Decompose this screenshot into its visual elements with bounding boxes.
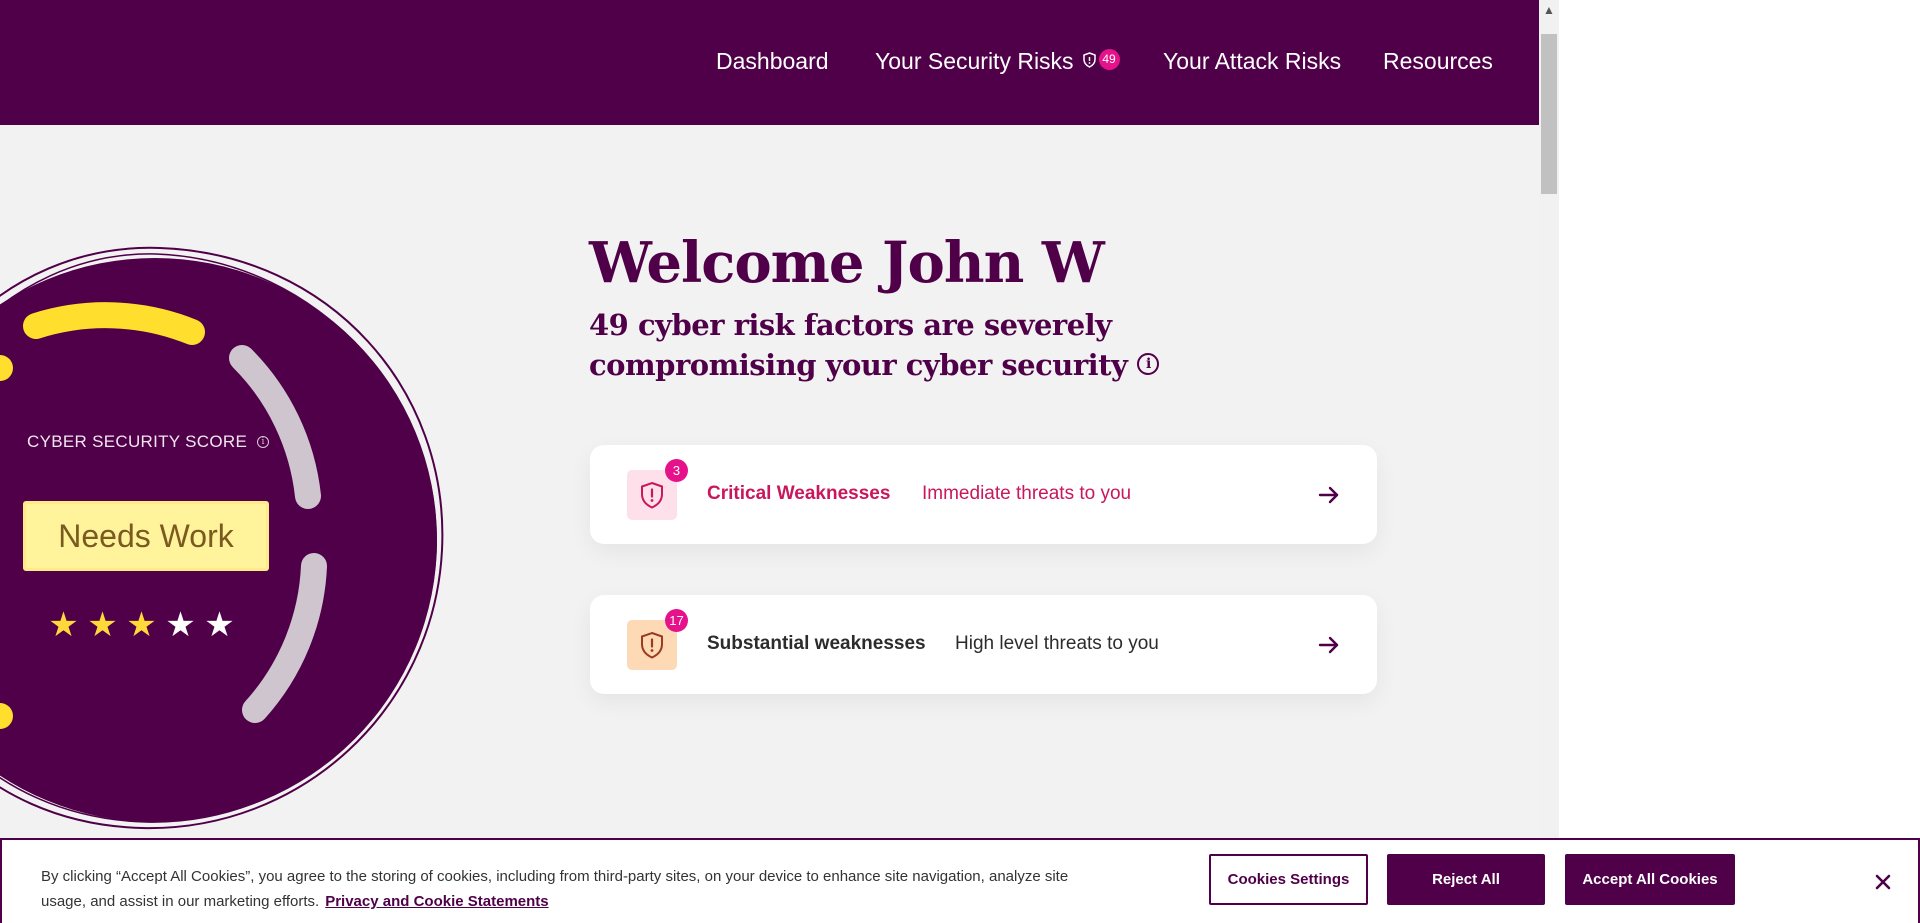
arrow-right-icon[interactable] bbox=[1317, 483, 1341, 512]
page-title: Welcome John W bbox=[589, 230, 1105, 296]
nav-attack-risks-label: Your Attack Risks bbox=[1163, 48, 1342, 74]
page-viewport: Dashboard Your Security Risks 49 Your Att… bbox=[0, 0, 1539, 923]
card-description: Immediate threats to you bbox=[922, 483, 1132, 504]
nav-dashboard-label: Dashboard bbox=[716, 48, 829, 74]
substantial-weaknesses-card[interactable]: 17 Substantial weaknesses High level thr… bbox=[590, 595, 1377, 694]
vertical-scrollbar[interactable]: ▲ bbox=[1539, 0, 1559, 923]
security-risks-count-badge: 49 bbox=[1098, 49, 1120, 71]
privacy-policy-link[interactable]: Privacy and Cookie Statements bbox=[325, 893, 548, 910]
star-filled-icon: ★ bbox=[126, 605, 157, 645]
scrollbar-thumb[interactable] bbox=[1541, 34, 1557, 194]
cookie-banner: By clicking “Accept All Cookies”, you ag… bbox=[0, 838, 1920, 923]
nav-resources[interactable]: Resources bbox=[1383, 46, 1493, 76]
score-label-text: CYBER SECURITY SCORE bbox=[27, 432, 248, 451]
reject-all-button[interactable]: Reject All bbox=[1387, 854, 1545, 905]
risk-summary-text: 49 cyber risk factors are severely compr… bbox=[589, 308, 1128, 382]
cookies-settings-button[interactable]: Cookies Settings bbox=[1209, 854, 1368, 905]
arrow-right-icon[interactable] bbox=[1317, 633, 1341, 662]
nav-dashboard[interactable]: Dashboard bbox=[716, 46, 829, 76]
shield-icon bbox=[1082, 45, 1096, 75]
cookie-message: By clicking “Accept All Cookies”, you ag… bbox=[41, 864, 1071, 914]
card-description: High level threats to you bbox=[955, 633, 1159, 654]
card-title: Critical Weaknesses bbox=[707, 483, 891, 504]
substantial-count-badge: 17 bbox=[665, 609, 688, 632]
star-filled-icon: ★ bbox=[87, 605, 118, 645]
critical-weaknesses-card[interactable]: 3 Critical Weaknesses Immediate threats … bbox=[590, 445, 1377, 544]
accept-all-cookies-button[interactable]: Accept All Cookies bbox=[1565, 854, 1735, 905]
score-label: CYBER SECURITY SCORE i bbox=[27, 432, 270, 452]
star-empty-icon: ★ bbox=[204, 605, 235, 645]
cookie-message-text: By clicking “Accept All Cookies”, you ag… bbox=[41, 868, 1069, 910]
risk-summary: 49 cyber risk factors are severely compr… bbox=[589, 305, 1329, 385]
card-title: Substantial weaknesses bbox=[707, 633, 926, 654]
score-rating-badge: Needs Work bbox=[23, 501, 269, 571]
nav-security-risks[interactable]: Your Security Risks 49 bbox=[875, 46, 1120, 78]
critical-count-badge: 3 bbox=[665, 459, 688, 482]
star-rating: ★ ★ ★ ★ ★ bbox=[48, 607, 235, 643]
nav-resources-label: Resources bbox=[1383, 48, 1493, 74]
scroll-up-arrow-icon[interactable]: ▲ bbox=[1539, 0, 1559, 20]
nav-attack-risks[interactable]: Your Attack Risks bbox=[1163, 46, 1341, 76]
top-navigation: Dashboard Your Security Risks 49 Your Att… bbox=[0, 0, 1539, 125]
close-icon[interactable] bbox=[1871, 870, 1895, 894]
info-icon[interactable]: i bbox=[257, 435, 270, 448]
star-filled-icon: ★ bbox=[48, 605, 79, 645]
nav-security-risks-label: Your Security Risks bbox=[875, 48, 1074, 74]
star-empty-icon: ★ bbox=[165, 605, 196, 645]
info-icon[interactable]: i bbox=[1137, 353, 1160, 375]
